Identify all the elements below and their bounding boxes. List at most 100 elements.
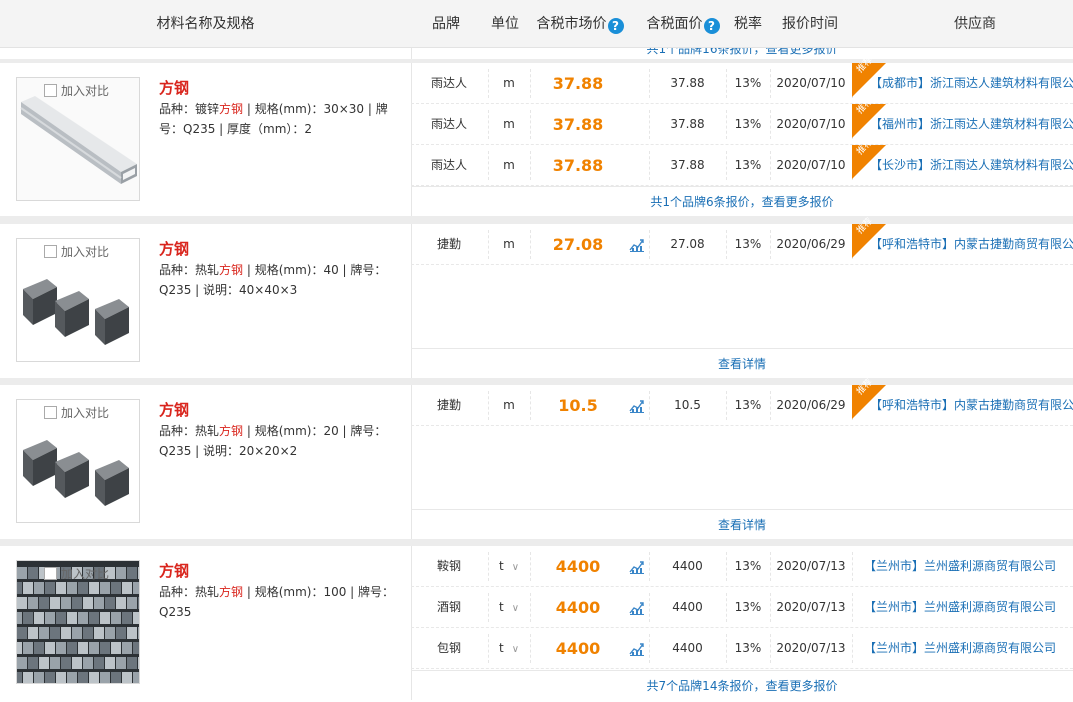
spec-highlight: 方钢 bbox=[219, 263, 244, 277]
trend-button[interactable] bbox=[625, 385, 649, 426]
help-icon[interactable]: ? bbox=[703, 18, 720, 34]
more-quotes-link[interactable]: 查看详情 bbox=[411, 509, 1073, 539]
unit-cell: m bbox=[489, 145, 529, 186]
product-name[interactable]: 方钢 bbox=[159, 238, 189, 259]
supplier-link[interactable]: 【长沙市】浙江雨达人建筑材料有限公司 bbox=[870, 145, 1073, 186]
quote-line: 雨达人 m 37.88 37.88 13% 2020/07/10 推荐 【长沙市… bbox=[411, 137, 1073, 186]
supplier-link[interactable]: 【福州市】浙江雨达人建筑材料有限公司 bbox=[870, 104, 1073, 145]
add-to-compare[interactable]: 加入对比 bbox=[44, 567, 109, 581]
help-icon[interactable]: ? bbox=[607, 18, 624, 34]
unit-value: m bbox=[503, 76, 515, 90]
unit-value: m bbox=[503, 398, 515, 412]
product-row: 加入对比 方钢 品种：热轧方钢 | 规格(mm)：20 | 牌号：Q235 | 说… bbox=[0, 377, 1073, 539]
row-separator bbox=[0, 378, 1073, 385]
product-thumbnail[interactable]: 加入对比 bbox=[16, 238, 140, 362]
quote-line: 包钢 t ∨ 4400 4400 13% 2020/07/13 【兰州市】兰州盛利… bbox=[411, 628, 1073, 669]
face-price: 37.88 bbox=[670, 117, 705, 131]
unit-cell: m bbox=[489, 385, 529, 426]
supplier-link[interactable]: 【兰州市】兰州盛利源商贸有限公司 bbox=[864, 628, 1073, 669]
quote-date: 2020/07/10 bbox=[776, 158, 846, 172]
header-market-price-label: 含税市场价 bbox=[536, 16, 607, 32]
trend-button[interactable] bbox=[625, 546, 649, 587]
trend-chart-icon[interactable] bbox=[629, 399, 645, 413]
trend-button[interactable] bbox=[625, 224, 649, 265]
supplier-link[interactable]: 【呼和浩特市】内蒙古捷勤商贸有限公司 bbox=[870, 385, 1073, 426]
add-to-compare[interactable]: 加入对比 bbox=[44, 84, 109, 98]
unit-value: m bbox=[503, 158, 515, 172]
product-thumbnail[interactable]: 加入对比 bbox=[16, 399, 140, 523]
compare-label: 加入对比 bbox=[61, 567, 110, 581]
product-row: 加入对比 方钢 品种：热轧方钢 | 规格(mm)：40 | 牌号：Q235 | 说… bbox=[0, 216, 1073, 378]
compare-checkbox[interactable] bbox=[44, 406, 57, 419]
unit-cell[interactable]: t ∨ bbox=[489, 587, 529, 628]
chevron-down-icon[interactable]: ∨ bbox=[512, 603, 519, 614]
row-separator bbox=[0, 539, 1073, 546]
product-spec: 品种：镀锌方钢 | 规格(mm)：30×30 | 牌号：Q235 | 厚度（mm… bbox=[159, 99, 403, 139]
supplier-link[interactable]: 【呼和浩特市】内蒙古捷勤商贸有限公司 bbox=[870, 224, 1073, 265]
brand-cell: 雨达人 bbox=[430, 76, 467, 90]
product-name[interactable]: 方钢 bbox=[159, 399, 189, 420]
add-to-compare[interactable]: 加入对比 bbox=[44, 245, 109, 259]
compare-label: 加入对比 bbox=[61, 245, 110, 259]
product-name[interactable]: 方钢 bbox=[159, 560, 189, 581]
quote-date: 2020/07/10 bbox=[776, 76, 846, 90]
tax-rate: 13% bbox=[734, 158, 762, 172]
header-supplier: 供应商 bbox=[954, 16, 996, 32]
more-quotes-link[interactable]: 共1个品牌16条报价，查看更多报价 bbox=[411, 48, 1073, 57]
more-quotes-link[interactable]: 共1个品牌6条报价，查看更多报价 bbox=[411, 186, 1073, 216]
face-price: 4400 bbox=[672, 600, 703, 614]
unit-cell: m bbox=[489, 63, 529, 104]
supplier-link[interactable]: 【兰州市】兰州盛利源商贸有限公司 bbox=[864, 546, 1073, 587]
market-price: 37.88 bbox=[552, 74, 604, 93]
chevron-down-icon[interactable]: ∨ bbox=[512, 562, 519, 573]
compare-checkbox[interactable] bbox=[44, 245, 57, 258]
product-name[interactable]: 方钢 bbox=[159, 77, 189, 98]
quote-date: 2020/06/29 bbox=[776, 398, 846, 412]
face-price: 10.5 bbox=[674, 398, 701, 412]
quote-date: 2020/07/13 bbox=[776, 641, 846, 655]
cell-divider bbox=[852, 593, 853, 622]
product-row: 加入对比 方钢 品种：镀锌方钢 | 规格(mm)：30×30 | 牌号：Q235 … bbox=[0, 55, 1073, 216]
product-spec: 品种：热轧方钢 | 规格(mm)：20 | 牌号：Q235 | 说明：20×20… bbox=[159, 421, 403, 461]
chevron-down-icon[interactable]: ∨ bbox=[512, 644, 519, 655]
tax-rate: 13% bbox=[734, 641, 762, 655]
header-brand: 品牌 bbox=[432, 16, 460, 32]
header-quote-time: 报价时间 bbox=[782, 16, 838, 32]
supplier-link[interactable]: 【成都市】浙江雨达人建筑材料有限公司 bbox=[870, 63, 1073, 104]
spec-variety: 品种：热轧 bbox=[159, 263, 220, 277]
spec-highlight: 方钢 bbox=[219, 424, 244, 438]
compare-label: 加入对比 bbox=[61, 406, 110, 420]
product-thumbnail[interactable]: 加入对比 bbox=[16, 560, 140, 684]
tax-rate: 13% bbox=[734, 398, 762, 412]
compare-checkbox[interactable] bbox=[44, 567, 57, 580]
supplier-link[interactable]: 【兰州市】兰州盛利源商贸有限公司 bbox=[864, 587, 1073, 628]
trend-chart-icon[interactable] bbox=[629, 560, 645, 574]
more-quotes-link[interactable]: 共7个品牌14条报价，查看更多报价 bbox=[411, 670, 1073, 700]
header-market-price: 含税市场价? bbox=[530, 0, 630, 48]
trend-button[interactable] bbox=[625, 587, 649, 628]
trend-chart-icon[interactable] bbox=[629, 642, 645, 656]
brand-cell: 雨达人 bbox=[430, 117, 467, 131]
face-price: 27.08 bbox=[670, 237, 705, 251]
product-thumbnail[interactable]: 加入对比 bbox=[16, 77, 140, 201]
face-price: 37.88 bbox=[670, 158, 705, 172]
brand-cell: 鞍钢 bbox=[436, 559, 461, 573]
unit-cell[interactable]: t ∨ bbox=[489, 546, 529, 587]
spec-highlight: 方钢 bbox=[219, 102, 244, 116]
trend-chart-icon[interactable] bbox=[629, 601, 645, 615]
quote-date: 2020/07/13 bbox=[776, 600, 846, 614]
trend-chart-icon[interactable] bbox=[629, 238, 645, 252]
tax-rate: 13% bbox=[734, 237, 762, 251]
unit-cell: m bbox=[489, 104, 529, 145]
more-quotes-link[interactable]: 查看详情 bbox=[411, 348, 1073, 378]
market-price: 4400 bbox=[555, 639, 601, 658]
quote-line: 捷勤 m 10.5 10.5 13% 2020/06/29 推荐 【呼和浩特市】… bbox=[411, 377, 1073, 426]
quote-line: 捷勤 m 27.08 27.08 13% 2020/06/29 推荐 【呼和浩特… bbox=[411, 216, 1073, 265]
compare-checkbox[interactable] bbox=[44, 84, 57, 97]
unit-value: t bbox=[498, 559, 504, 573]
previous-row-remnant: 共1个品牌16条报价，查看更多报价 bbox=[0, 48, 1073, 59]
add-to-compare[interactable]: 加入对比 bbox=[44, 406, 109, 420]
unit-cell[interactable]: t ∨ bbox=[489, 628, 529, 669]
face-price: 4400 bbox=[672, 641, 703, 655]
trend-button[interactable] bbox=[625, 628, 649, 669]
